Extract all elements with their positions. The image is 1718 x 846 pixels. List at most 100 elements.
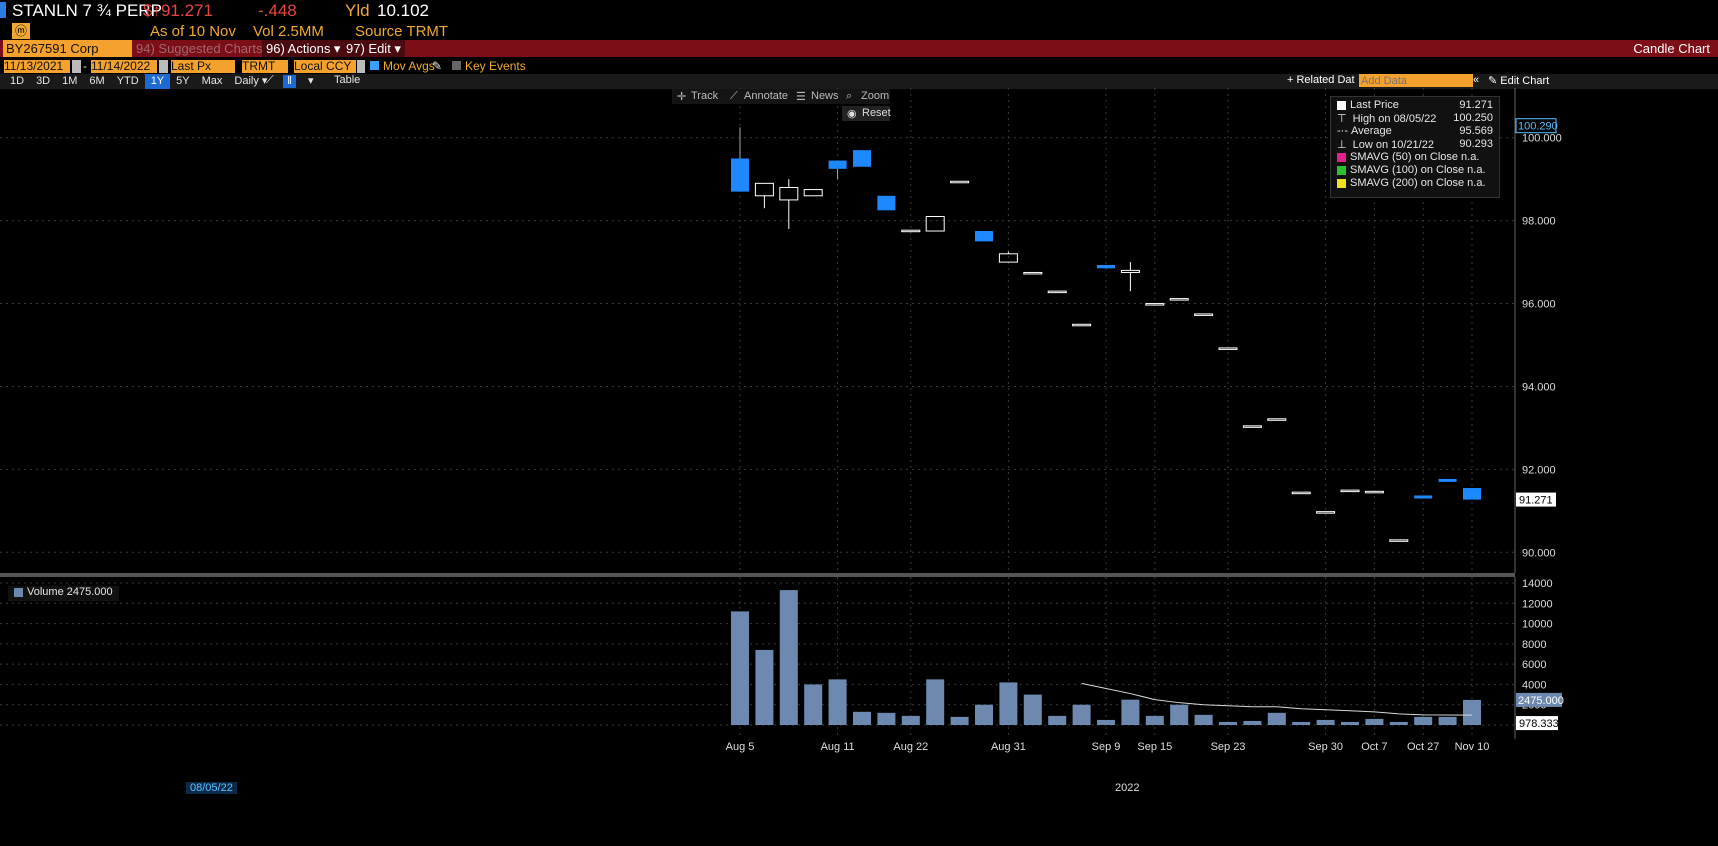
volume-chart[interactable]: 020004000600080001000012000140002475.000… <box>0 577 1718 777</box>
legend-sma200: SMAVG (200) on Close n.a. <box>1337 177 1493 190</box>
volume-bar <box>1219 721 1237 725</box>
range-bar: 1D 3D 1M 6M YTD 1Y 5Y Max Daily ▾ ⟋ ‖ ▾ Table + … <box>0 74 1718 89</box>
range-3d[interactable]: 3D <box>30 74 56 89</box>
asof-label: As of 10 Nov <box>150 23 236 40</box>
key-events-label[interactable]: Key Events <box>465 59 526 73</box>
volume-bar <box>1072 704 1091 725</box>
bloomberg-icon[interactable]: ⓜ <box>12 23 30 39</box>
candle-body-up <box>1267 418 1287 421</box>
currency-selector[interactable]: Local CCY <box>294 60 356 73</box>
quote-info-row: ⓜ As of 10 Nov Vol 2.5MM Source TRMT <box>0 22 1718 40</box>
track-icon[interactable]: ✛ <box>677 90 686 103</box>
candle-body-up <box>925 216 945 232</box>
volume-ma-line <box>1081 682 1473 716</box>
security-header: STANLN 7 ¾ PERP $↑91.271 -.448 Yld 10.10… <box>0 0 1718 22</box>
line-chart-icon[interactable]: ⟋ <box>266 74 274 87</box>
table-button[interactable]: Table <box>334 74 360 86</box>
start-calendar-icon[interactable] <box>72 60 81 73</box>
range-max[interactable]: Max <box>196 74 229 89</box>
candle-body-down <box>975 231 993 242</box>
candle-body-up <box>901 229 921 233</box>
legend-sma50-label: SMAVG (50) on Close n.a. <box>1350 151 1480 163</box>
volume-legend[interactable]: Volume 2475.000 <box>8 586 119 601</box>
volume-bar <box>975 704 993 725</box>
price-change: -.448 <box>258 1 297 20</box>
volume-bar <box>1463 699 1481 725</box>
start-date-field[interactable]: 11/13/2021 <box>4 60 70 73</box>
key-events-checkbox[interactable] <box>452 61 461 70</box>
legend-high-value: 100.250 <box>1453 112 1493 124</box>
news-icon[interactable]: ☰ <box>796 90 806 103</box>
zoom-icon[interactable]: ⌕ <box>846 90 852 103</box>
candle-body-up <box>1340 489 1360 493</box>
x-tick-label: Oct 7 <box>1361 741 1387 753</box>
candle-body-up <box>1218 347 1238 350</box>
chart-toolbar: ✛ Track ⟋ Annotate ☰ News ⌕ Zoom <box>672 89 890 104</box>
edit-chart-button[interactable]: ✎ Edit Chart <box>1488 74 1549 87</box>
pencil-icon[interactable]: ✎ <box>432 59 442 73</box>
reset-button[interactable]: ◉ Reset <box>842 106 891 121</box>
annotate-button[interactable]: Annotate <box>744 90 788 102</box>
news-button[interactable]: News <box>811 90 839 102</box>
volume-bar <box>1145 715 1164 725</box>
range-1y[interactable]: 1Y <box>144 74 171 89</box>
candle-body-down <box>1097 265 1115 269</box>
candle-body-up <box>1242 425 1262 428</box>
volume-bar <box>731 611 749 725</box>
candle-chart-icon[interactable]: ‖ <box>283 75 296 88</box>
average-line-icon: -·- <box>1337 125 1348 137</box>
candle-body-up <box>1023 271 1043 275</box>
date-separator: - <box>83 59 87 73</box>
chart-style-dropdown-icon[interactable]: ▾ <box>308 74 314 87</box>
legend-last-price-label: Last Price <box>1350 99 1399 111</box>
zoom-button[interactable]: Zoom <box>861 90 889 102</box>
mov-avgs-checkbox[interactable] <box>370 61 379 70</box>
related-data-button[interactable]: + Related Dat <box>1287 74 1355 86</box>
candle-body-down <box>1438 478 1457 482</box>
x-tick-label: Sep 15 <box>1137 741 1172 753</box>
edit-menu[interactable]: 97) Edit ▾ <box>342 40 405 57</box>
range-1m[interactable]: 1M <box>56 74 83 89</box>
mov-avgs-label[interactable]: Mov Avgs <box>383 59 435 73</box>
price-y-tick: 90.000 <box>1522 547 1556 559</box>
actions-menu[interactable]: 96) Actions ▾ <box>262 40 345 57</box>
candle-body-up <box>1194 313 1214 316</box>
volume-bar <box>926 679 945 725</box>
end-calendar-icon[interactable] <box>159 60 168 73</box>
source-label: Source TRMT <box>355 23 449 40</box>
currency-dropdown-icon[interactable] <box>357 60 365 73</box>
add-data-input[interactable] <box>1359 74 1473 87</box>
range-buttons: 1D 3D 1M 6M YTD 1Y 5Y Max Daily ▾ <box>4 74 273 89</box>
range-1d[interactable]: 1D <box>4 74 30 89</box>
legend-sma200-label: SMAVG (200) on Close n.a. <box>1350 177 1486 189</box>
security-field[interactable]: BY267591 Corp <box>3 40 132 57</box>
range-6m[interactable]: 6M <box>83 74 110 89</box>
legend-last-price: Last Price 91.271 <box>1337 99 1493 112</box>
volume-bar <box>853 711 871 725</box>
candle-body-up <box>1120 269 1140 273</box>
candle-body-up <box>754 182 774 197</box>
volume-bar <box>1243 720 1262 725</box>
volume-label: Vol 2.5MM <box>253 23 324 40</box>
vol-y-tick: 12000 <box>1522 598 1553 610</box>
annotate-icon[interactable]: ⟋ <box>730 90 738 103</box>
header-marker <box>0 2 6 18</box>
last-price-tag: 91.271 <box>1519 495 1553 507</box>
end-date-field[interactable]: 11/14/2022 <box>91 60 157 73</box>
price-y-tick: 92.000 <box>1522 464 1556 476</box>
field-selector[interactable]: Last Px <box>171 60 235 73</box>
volume-bar <box>1292 721 1311 725</box>
collapse-icon[interactable]: « <box>1473 74 1479 86</box>
range-ytd[interactable]: YTD <box>111 74 145 89</box>
volume-bar <box>779 590 798 725</box>
source-selector[interactable]: TRMT <box>242 60 288 73</box>
volume-bar <box>1170 704 1189 725</box>
volume-bar <box>755 649 774 725</box>
track-button[interactable]: Track <box>691 90 718 102</box>
x-tick-label: Nov 10 <box>1455 741 1490 753</box>
suggested-charts-button[interactable]: 94) Suggested Charts <box>136 40 262 57</box>
candle-body-down <box>853 150 871 167</box>
range-5y[interactable]: 5Y <box>170 74 195 89</box>
chart-legend[interactable]: Last Price 91.271 ⊤ High on 08/05/22 100.25… <box>1330 96 1500 198</box>
candle-body-up <box>1169 298 1189 301</box>
